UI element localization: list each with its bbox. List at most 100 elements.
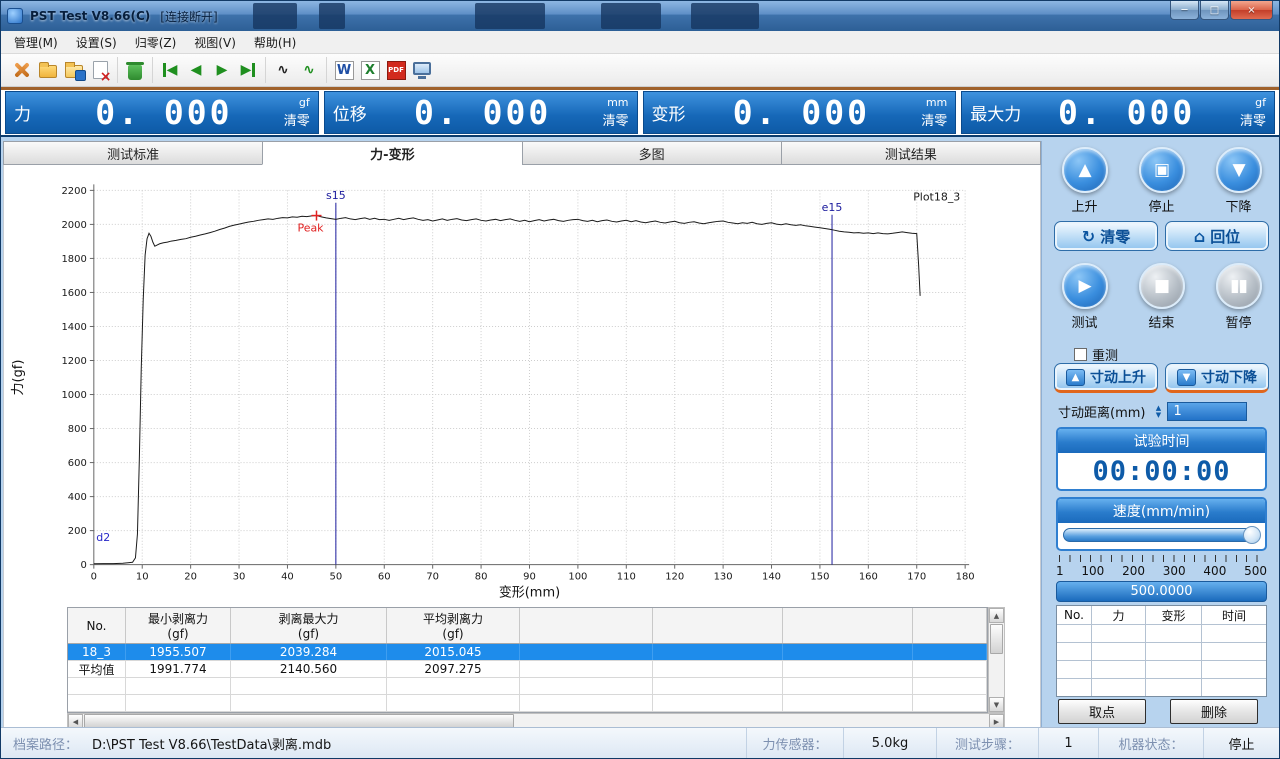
tab-multi-plot[interactable]: 多图 bbox=[522, 141, 781, 165]
titlebar-glass-artifact bbox=[253, 3, 297, 29]
delete-button[interactable]: 删除 bbox=[1170, 699, 1258, 724]
descend-button[interactable]: ▼ bbox=[1216, 147, 1262, 193]
take-point-button[interactable]: 取点 bbox=[1058, 699, 1146, 724]
last-record-icon[interactable]: ▶ bbox=[236, 58, 260, 82]
vscroll-track[interactable] bbox=[989, 623, 1004, 697]
tab-test-standard[interactable]: 测试标准 bbox=[3, 141, 262, 165]
clear-force-button[interactable]: 清零 bbox=[284, 110, 310, 129]
maximize-button[interactable]: □ bbox=[1200, 1, 1229, 20]
svg-text:1200: 1200 bbox=[61, 356, 86, 367]
points-table-cell bbox=[1145, 679, 1201, 696]
vscroll-thumb[interactable] bbox=[990, 624, 1003, 654]
tab-test-result[interactable]: 测试结果 bbox=[781, 141, 1041, 165]
hscroll-thumb[interactable] bbox=[84, 714, 514, 728]
spinner-down-icon[interactable]: ▼ bbox=[1151, 412, 1165, 419]
end-icon: ■ bbox=[1154, 278, 1169, 295]
scroll-down-icon[interactable]: ▼ bbox=[989, 697, 1004, 712]
open-folder-icon[interactable] bbox=[36, 58, 60, 82]
end-button[interactable]: ■ bbox=[1139, 263, 1185, 309]
jog-up-button[interactable]: ▲ 寸动上升 bbox=[1054, 363, 1158, 393]
readout-label: 变形 bbox=[652, 100, 690, 125]
points-table-cell bbox=[1091, 679, 1145, 696]
close-button[interactable]: × bbox=[1230, 1, 1273, 20]
tools-icon[interactable] bbox=[10, 58, 34, 82]
points-table: No.力变形时间 bbox=[1056, 605, 1267, 697]
readout-value: 0. 000 bbox=[1021, 93, 1232, 132]
app-window: PST Test V8.66(C) [连接断开] ─ □ × 管理(M)设置(S… bbox=[0, 0, 1280, 759]
jog-distance-input[interactable] bbox=[1167, 402, 1247, 421]
speed-header: 速度(mm/min) bbox=[1058, 499, 1265, 523]
reset-circle-icon: ↻ bbox=[1082, 227, 1095, 246]
speed-scale: 1100200300400500 bbox=[1056, 555, 1267, 581]
pause-icon: ▮▮ bbox=[1230, 278, 1247, 295]
results-area: No.最小剥离力(gf)剥离最大力(gf)平均剥离力(gf)18_31955.5… bbox=[3, 605, 1041, 729]
readout-label: 最大力 bbox=[970, 100, 1021, 125]
table-row[interactable] bbox=[68, 695, 987, 712]
retest-checkbox[interactable]: 重测 bbox=[1074, 345, 1118, 364]
pdf-export-icon[interactable]: PDF bbox=[384, 58, 408, 82]
zero-button-label: 清零 bbox=[1100, 226, 1130, 247]
test-icon: ▶ bbox=[1078, 278, 1090, 295]
svg-text:e15: e15 bbox=[822, 201, 843, 214]
save-export-icon[interactable] bbox=[62, 58, 86, 82]
toolbar-group: WXPDF bbox=[326, 57, 439, 83]
svg-text:800: 800 bbox=[68, 424, 87, 435]
clear-deformation-button[interactable]: 清零 bbox=[921, 110, 947, 129]
tab-force-deformation[interactable]: 力-变形 bbox=[262, 141, 521, 165]
machine-state-value-segment: 停止 bbox=[1204, 728, 1279, 758]
clear-max-force-button[interactable]: 清零 bbox=[1240, 110, 1266, 129]
table-row[interactable] bbox=[68, 678, 987, 695]
next-record-icon[interactable]: ▶ bbox=[210, 58, 234, 82]
readout-label: 力 bbox=[14, 100, 52, 125]
results-vertical-scrollbar[interactable]: ▲ ▼ bbox=[988, 607, 1005, 713]
speed-slider-thumb[interactable] bbox=[1243, 526, 1261, 544]
menu-item[interactable]: 管理(M) bbox=[5, 31, 67, 54]
points-table-cell bbox=[1091, 625, 1145, 642]
points-table-row[interactable] bbox=[1057, 642, 1266, 660]
menu-item[interactable]: 视图(V) bbox=[185, 31, 245, 54]
hscroll-track[interactable] bbox=[83, 714, 989, 728]
excel-export-icon[interactable]: X bbox=[358, 58, 382, 82]
points-table-row[interactable] bbox=[1057, 660, 1266, 678]
clear-displacement-button[interactable]: 清零 bbox=[602, 110, 628, 129]
svg-text:Peak: Peak bbox=[297, 222, 324, 235]
table-cell bbox=[913, 661, 987, 677]
svg-text:0: 0 bbox=[91, 572, 97, 583]
delete-record-icon[interactable] bbox=[88, 58, 112, 82]
points-table-row[interactable] bbox=[1057, 678, 1266, 696]
motion-button-row: ▲上升▣停止▼下降 bbox=[1042, 147, 1280, 215]
rise-button[interactable]: ▲ bbox=[1062, 147, 1108, 193]
column-header: 剥离最大力(gf) bbox=[231, 608, 387, 643]
stop-button[interactable]: ▣ bbox=[1139, 147, 1185, 193]
previous-record-icon[interactable]: ◀ bbox=[184, 58, 208, 82]
svg-text:2200: 2200 bbox=[61, 186, 86, 197]
table-row[interactable]: 18_31955.5072039.2842015.045 bbox=[68, 644, 987, 661]
readout-value: 0. 000 bbox=[371, 93, 595, 132]
multi-curve-icon[interactable]: ∿ bbox=[297, 58, 321, 82]
points-table-row[interactable] bbox=[1057, 624, 1266, 642]
menu-item[interactable]: 帮助(H) bbox=[245, 31, 305, 54]
menu-item[interactable]: 设置(S) bbox=[67, 31, 126, 54]
readout-value: 0. 000 bbox=[690, 93, 914, 132]
home-button[interactable]: ⌂ 回位 bbox=[1165, 221, 1269, 251]
trash-icon[interactable] bbox=[123, 58, 147, 82]
title-bar[interactable]: PST Test V8.66(C) [连接断开] ─ □ × bbox=[1, 1, 1279, 31]
menu-item[interactable]: 归零(Z) bbox=[126, 31, 186, 54]
jog-down-button[interactable]: ▼ 寸动下降 bbox=[1165, 363, 1269, 393]
speed-slider[interactable] bbox=[1063, 528, 1260, 542]
svg-text:50: 50 bbox=[330, 572, 343, 583]
first-record-icon[interactable]: ◀ bbox=[158, 58, 182, 82]
minimize-button[interactable]: ─ bbox=[1170, 1, 1199, 20]
single-curve-icon[interactable]: ∿ bbox=[271, 58, 295, 82]
readout-deformation: 变形0. 000mm清零 bbox=[643, 91, 957, 134]
points-table-cell bbox=[1057, 625, 1091, 642]
monitor-icon[interactable] bbox=[410, 58, 434, 82]
word-export-icon[interactable]: W bbox=[332, 58, 356, 82]
jog-distance-spinner[interactable]: ▲ ▼ bbox=[1151, 405, 1165, 419]
scroll-up-icon[interactable]: ▲ bbox=[989, 608, 1004, 623]
zero-button[interactable]: ↻ 清零 bbox=[1054, 221, 1158, 251]
pause-button[interactable]: ▮▮ bbox=[1216, 263, 1262, 309]
test-button[interactable]: ▶ bbox=[1062, 263, 1108, 309]
table-row[interactable]: 平均值1991.7742140.5602097.275 bbox=[68, 661, 987, 678]
sensor-value-segment: 5.0kg bbox=[844, 728, 937, 758]
